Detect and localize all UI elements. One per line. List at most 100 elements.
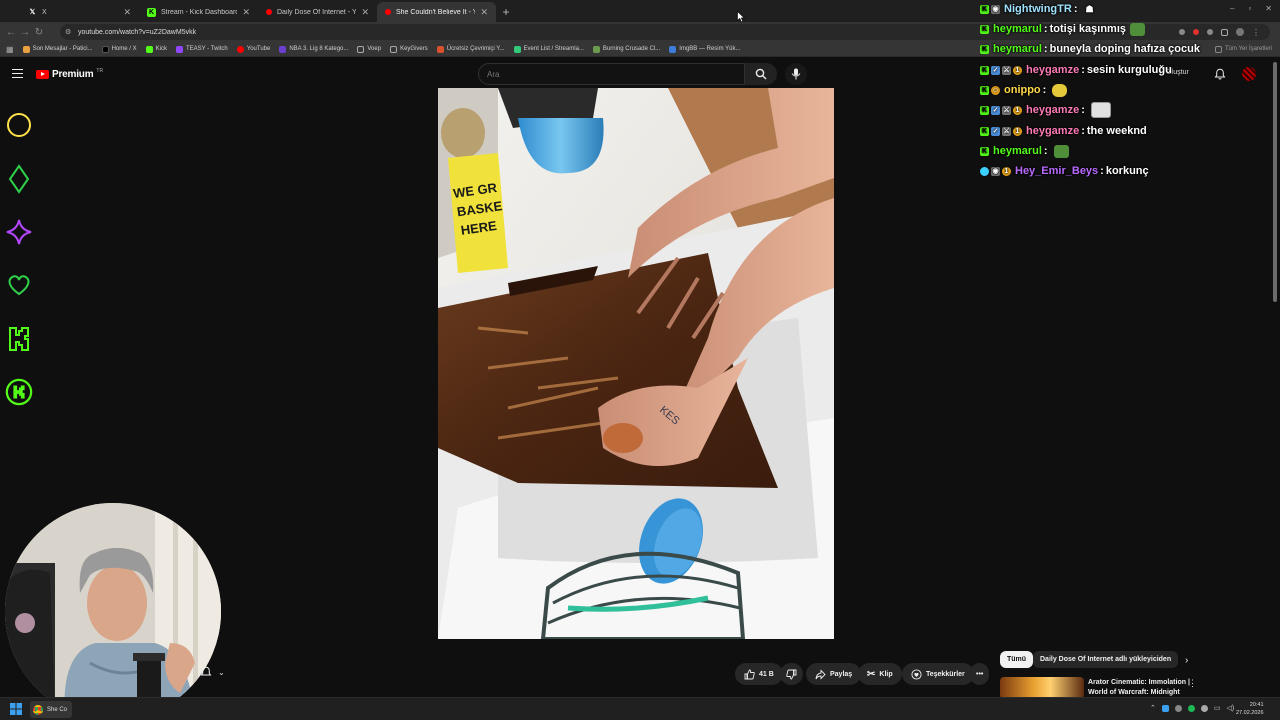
bookmark[interactable]: ImgBB — Resim Yük...	[669, 45, 741, 53]
bookmark-folder[interactable]: Voep	[357, 45, 381, 53]
chat-username: heygamze	[1026, 104, 1080, 116]
kick-logo-icon: K	[147, 7, 156, 17]
bookmark[interactable]: Home / X	[101, 45, 137, 53]
suggested-video[interactable]: Arator Cinematic: Immolation | World of …	[1000, 677, 1197, 699]
folder-icon	[357, 45, 365, 53]
dislike-button[interactable]	[780, 663, 803, 685]
verified-badge-icon: ✓	[991, 126, 1000, 136]
chip-all[interactable]: Tümü	[1000, 651, 1034, 668]
sword-badge-icon: ⚔	[1002, 65, 1011, 75]
webcam-image	[5, 503, 221, 720]
like-button[interactable]: 41 B	[735, 663, 783, 685]
notifications-bell-icon[interactable]	[1214, 68, 1226, 80]
network-icon[interactable]: ▭	[1214, 704, 1221, 712]
windows-taskbar: She Co ⌃ ▭ ◁) 20:41 27.02.2026	[0, 697, 1280, 720]
minimize-icon[interactable]: –	[1230, 4, 1234, 13]
account-avatar[interactable]	[1242, 67, 1256, 81]
menu-dots-icon[interactable]: ⋮	[1252, 28, 1260, 37]
tab-x[interactable]: 𝕏 X ✕	[20, 2, 139, 22]
close-icon[interactable]: ✕	[361, 7, 369, 18]
bookmark-label: Son Mesajlar - Patici...	[32, 46, 93, 52]
window-close-icon[interactable]: ✕	[1265, 4, 1272, 13]
bookmark[interactable]: NBA 3. Lig 8 Katego...	[279, 45, 348, 53]
clip-button[interactable]: ✂ Klip	[858, 663, 902, 685]
site-info-icon[interactable]: ⚙	[65, 28, 71, 36]
volume-icon[interactable]: ◁)	[1227, 704, 1235, 712]
thanks-button[interactable]: Teşekkürler	[902, 663, 974, 685]
bookmark[interactable]: Ücretsiz Çevrimiçi Y...	[436, 45, 505, 53]
search-input[interactable]: Ara	[478, 63, 745, 85]
subscriber-badge-icon: ☺	[991, 85, 1000, 95]
chevron-right-icon[interactable]: ›	[1185, 655, 1188, 666]
heart-icon	[5, 271, 33, 299]
extension-icon[interactable]	[1207, 29, 1213, 35]
back-icon[interactable]: ←	[4, 27, 18, 38]
chat-colon: :	[1081, 64, 1085, 76]
chat-text: the weeknd	[1086, 125, 1147, 137]
tab-title: Stream - Kick Dashboard	[161, 8, 238, 16]
spotify-icon[interactable]	[1187, 704, 1195, 712]
close-icon[interactable]: ✕	[123, 7, 131, 18]
thanks-heart-icon	[911, 668, 922, 680]
tray-app-icon[interactable]	[1200, 704, 1208, 712]
maximize-icon[interactable]: ▫	[1248, 4, 1251, 13]
bookmark[interactable]: Kick	[145, 45, 167, 53]
chat-username: heymarul	[993, 23, 1042, 35]
streamer-webcam	[5, 503, 221, 720]
share-button[interactable]: Paylaş	[806, 663, 862, 685]
chat-message: K ✓ ⚔ 1 heygamze : the weeknd	[980, 122, 1147, 140]
system-tray: ⌃ ▭ ◁)	[1150, 704, 1234, 712]
more-actions-button[interactable]: •••	[970, 663, 990, 685]
youtube-logo[interactable]: Premium TR	[36, 67, 104, 80]
voice-search-button[interactable]	[785, 63, 807, 85]
all-bookmarks[interactable]: Tüm Yer İşaretleri	[1214, 45, 1272, 53]
new-tab-button[interactable]: +	[496, 2, 516, 22]
close-icon[interactable]: ✕	[242, 7, 250, 18]
close-icon[interactable]: ✕	[480, 7, 488, 18]
apps-icon[interactable]: ▦	[6, 45, 14, 54]
search-button[interactable]	[745, 63, 777, 85]
tray-app-icon[interactable]	[1174, 704, 1182, 712]
reload-icon[interactable]: ↻	[32, 27, 46, 38]
kick-badge-icon: K	[980, 105, 989, 115]
clock-time: 20:41	[1249, 702, 1264, 708]
microphone-icon	[791, 68, 801, 80]
logo-region: TR	[96, 67, 104, 74]
bookmark-label: TEASY - Twitch	[185, 46, 228, 52]
extension-icon[interactable]	[1179, 29, 1185, 35]
x-logo-icon: 𝕏	[29, 9, 36, 16]
twitch-logo-icon	[175, 45, 183, 53]
bookmark[interactable]: TEASY - Twitch	[175, 45, 228, 53]
video-player[interactable]: WE GR BASKE HERE KES	[438, 88, 834, 639]
suggested-title[interactable]: Arator Cinematic: Immolation | World of …	[1088, 678, 1190, 698]
tab-kick-dashboard[interactable]: K Stream - Kick Dashboard ✕	[139, 2, 258, 22]
tab-daily-dose[interactable]: Daily Dose Of Internet - YouTu... ✕	[258, 2, 377, 22]
notification-toggle[interactable]: ⌄	[200, 666, 225, 678]
puzzle-icon[interactable]	[1221, 28, 1228, 36]
coin-badge-icon: 1	[1013, 126, 1022, 136]
more-vertical-icon[interactable]: ⋮	[1188, 678, 1197, 689]
suggested-title-line: Arator Cinematic: Immolation |	[1088, 679, 1190, 686]
extension-icon[interactable]	[1193, 29, 1199, 35]
suggested-thumbnail[interactable]	[1000, 677, 1084, 699]
tray-app-icon[interactable]	[1161, 704, 1169, 712]
chevron-up-icon[interactable]: ⌃	[1150, 704, 1156, 712]
bookmark[interactable]: Event List / Streamla...	[513, 45, 584, 53]
bookmark-folder[interactable]: KeyGivers	[390, 45, 428, 53]
windows-start-icon[interactable]	[10, 703, 22, 715]
bookmark-icon	[436, 45, 444, 53]
profile-icon[interactable]	[1236, 28, 1244, 36]
taskbar-chrome-app[interactable]: She Co	[30, 701, 72, 718]
menu-icon[interactable]	[12, 69, 23, 78]
bookmark[interactable]: YouTube	[236, 45, 270, 53]
page-scrollbar[interactable]	[1273, 62, 1277, 302]
clock[interactable]: 20:41 27.02.2026	[1236, 701, 1264, 717]
bookmark[interactable]: Son Mesajlar - Patici...	[22, 45, 93, 53]
bookmark-label: Kick	[155, 46, 167, 52]
bookmark[interactable]: Burning Crusade Cl...	[592, 45, 661, 53]
bookmark-label: Burning Crusade Cl...	[602, 46, 661, 52]
chat-message: ◉ 1 Hey_Emir_Beys : korkunç	[980, 162, 1149, 180]
chip-uploader[interactable]: Daily Dose Of Internet adlı yükleyiciden	[1033, 651, 1179, 668]
forward-icon[interactable]: →	[18, 27, 32, 38]
tab-she-couldnt-believe-it[interactable]: She Couldn't Believe It - Yo... ✕	[377, 2, 496, 22]
